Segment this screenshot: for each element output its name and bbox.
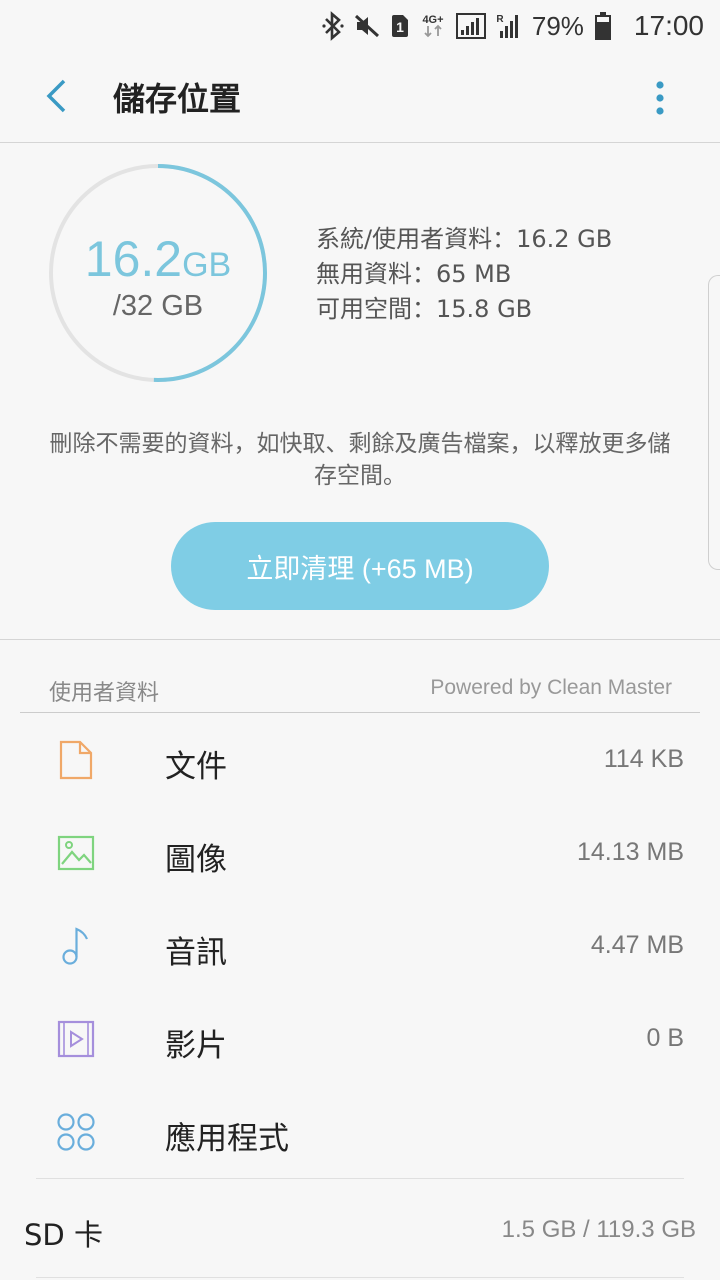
clock: 17:00	[633, 10, 704, 41]
sd-card-item[interactable]: SD 卡 1.5 GB / 119.3 GB	[0, 1182, 720, 1278]
list-item-size: 114 KB	[603, 745, 684, 773]
4g-plus-icon: 4G+	[420, 11, 446, 41]
svg-text:4G+: 4G+	[422, 14, 443, 26]
used-unit: GB	[182, 246, 232, 284]
image-icon	[54, 831, 98, 875]
clean-description: 刪除不需要的資料，如快取、剩餘及廣告檔案，以釋放更多儲存空間。	[49, 431, 671, 489]
back-button[interactable]	[28, 68, 84, 124]
user-data-list: 文件 114 KB 圖像 14.13 MB 音訊 4.47 MB 影片 0 B …	[0, 714, 720, 1179]
storage-summary: 16.2GB /32 GB 系統/使用者資料：16.2 GB 無用資料：65 M…	[0, 144, 720, 640]
clean-now-button[interactable]: 立即清理 (+65 MB)	[171, 522, 549, 610]
list-item-images[interactable]: 圖像 14.13 MB	[0, 807, 720, 900]
user-data-header: 使用者資料 Powered by Clean Master	[20, 660, 700, 713]
page-title: 儲存位置	[113, 80, 242, 118]
list-item-audio[interactable]: 音訊 4.47 MB	[0, 900, 720, 993]
battery-percent: 79%	[531, 10, 584, 41]
bluetooth-icon	[322, 11, 344, 41]
mute-icon	[354, 11, 380, 41]
list-item-size: 14.13 MB	[576, 838, 684, 866]
app-bar: 儲存位置	[0, 50, 720, 143]
stat-junk: 無用資料：65 MB	[316, 260, 512, 288]
powered-by-label: Powered by Clean Master	[430, 676, 672, 699]
battery-icon	[594, 11, 612, 41]
divider	[36, 1178, 684, 1179]
chevron-left-icon	[46, 79, 66, 113]
stat-available: 可用空間：15.8 GB	[316, 295, 533, 323]
used-number: 16.2	[84, 231, 183, 287]
storage-stats: 系統/使用者資料：16.2 GB 無用資料：65 MB 可用空間：15.8 GB	[316, 222, 612, 327]
document-icon	[54, 738, 98, 782]
video-icon	[54, 1017, 98, 1061]
divider	[36, 1277, 684, 1278]
list-item-videos[interactable]: 影片 0 B	[0, 993, 720, 1086]
stat-system-user: 系統/使用者資料：16.2 GB	[316, 225, 613, 253]
list-item-size: 0 B	[646, 1024, 684, 1052]
sd-card-usage: 1.5 GB / 119.3 GB	[501, 1216, 696, 1243]
section-title: 使用者資料	[49, 681, 160, 706]
used-storage: 16.2GB	[47, 230, 269, 288]
svg-text:1: 1	[396, 19, 404, 35]
status-bar: 1 4G+ R 79% 17:00	[0, 0, 720, 50]
list-item-label: 圖像	[165, 842, 227, 878]
list-item-label: 音訊	[165, 935, 227, 971]
list-item-apps[interactable]: 應用程式	[0, 1086, 720, 1179]
edge-panel-handle[interactable]	[708, 275, 720, 570]
sim1-icon: 1	[390, 11, 410, 41]
list-item-label: 文件	[165, 749, 227, 785]
total-storage: /32 GB	[112, 290, 204, 322]
list-item-size: 4.47 MB	[590, 931, 684, 959]
apps-icon	[54, 1110, 98, 1154]
signal-icon	[455, 11, 486, 41]
more-options-button[interactable]	[640, 74, 680, 122]
list-item-label: 影片	[165, 1028, 227, 1064]
list-item-documents[interactable]: 文件 114 KB	[0, 714, 720, 807]
list-item-label: 應用程式	[165, 1121, 289, 1157]
sd-card-label: SD 卡	[24, 1218, 103, 1252]
roaming-signal-icon: R	[496, 11, 522, 41]
more-vertical-icon	[656, 81, 664, 115]
svg-text:R: R	[496, 14, 504, 25]
music-note-icon	[54, 924, 98, 968]
